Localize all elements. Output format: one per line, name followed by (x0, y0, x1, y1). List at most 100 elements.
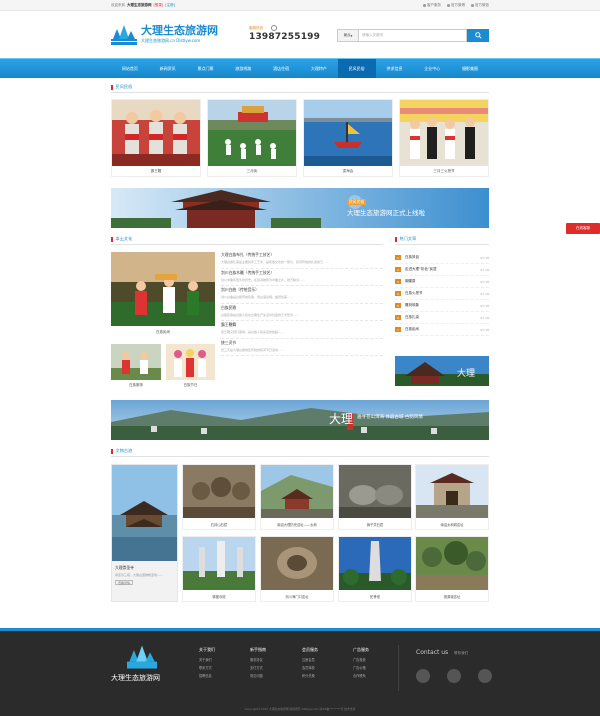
hot-article-item[interactable]: 5 雕刻映象 07-18 (395, 300, 489, 312)
hot-article-item[interactable]: 6 白族扎染 07-18 (395, 312, 489, 324)
relic-photo (183, 537, 255, 590)
footer-link[interactable]: 招聘信息 (199, 673, 243, 678)
hot-article-item[interactable]: 3 蝴蝶泉 07-18 (395, 276, 489, 288)
footer-link[interactable]: 合作联系 (353, 673, 397, 678)
wechat-icon[interactable] (447, 669, 461, 683)
top-link-service[interactable]: 客户服务 (423, 3, 441, 8)
search-category-select[interactable]: 景点 ▾ (337, 29, 359, 42)
folk-photo-lake-boat (304, 100, 392, 166)
folk-card[interactable]: 耍海会 (303, 99, 393, 177)
online-service-tab[interactable]: 在线客服 (566, 223, 600, 234)
footer-col-ads: 广告服务 广告投放 广告价格 合作联系 (353, 647, 397, 681)
nav-enterprise[interactable]: 企业中心 (413, 59, 451, 78)
relic-card[interactable]: 蛇骨塔 (338, 536, 412, 602)
relic-card[interactable]: 佛图寺塔 (182, 536, 256, 602)
footer-link[interactable]: 联系方式 (199, 665, 243, 670)
relic-card[interactable]: 南诏太和城遗址 (415, 464, 489, 530)
footer-col-member: 会员服务 注册会员 会员特权 积分兑换 (302, 647, 346, 681)
folk-caption: 三月街 (246, 169, 258, 173)
dali-banner[interactable]: 大理 遍寻苍山洱海 体验古城 古韵风情 (111, 400, 489, 440)
hot-article-date: 07-18 (480, 303, 489, 308)
culture-main-photo[interactable] (111, 252, 215, 326)
folk-card[interactable]: 霸王鞭 (111, 99, 201, 177)
footer-link[interactable]: 常见问题 (250, 673, 294, 678)
footer-logo[interactable]: 大理生态旅游网 (111, 645, 191, 685)
folk-photo-torch-festival (400, 100, 488, 166)
relic-caption: 佛图寺塔 (212, 595, 226, 599)
top-link-weibo[interactable]: 官方微博 (447, 3, 465, 8)
hot-article-item[interactable]: 4 白族火把节 07-18 (395, 288, 489, 300)
hot-article-date: 07-18 (480, 279, 489, 284)
hot-article-title: 蝴蝶泉 (405, 279, 416, 283)
article-desc: 霸王鞭又称打莲响，是白族人民喜爱的舞蹈…… (221, 330, 285, 334)
hot-article-item[interactable]: 1 白族风俗 07-18 (395, 252, 489, 264)
relic-card[interactable]: 剑川海门口遗址 (260, 536, 334, 602)
folk-card[interactable]: 三月三火把节 (399, 99, 489, 177)
qq-icon[interactable] (416, 669, 430, 683)
culture-photo-festival[interactable] (166, 344, 215, 380)
article-title: 霸王鞭舞 (221, 322, 237, 327)
relic-card[interactable]: 德源城遗址 (415, 536, 489, 602)
rank-badge: 7 (395, 327, 401, 332)
footer-link[interactable]: 服务协议 (250, 657, 294, 662)
footer-link[interactable]: 关于我们 (199, 657, 243, 662)
hot-article-date: 07-18 (480, 291, 489, 296)
site-logo[interactable]: 大理生态旅游网 大理生态旅游网.cn Dlstlyw.com (111, 22, 241, 50)
section-title-culture: 本土文化 (111, 235, 133, 243)
relic-more-button[interactable]: 查看详情 (115, 580, 133, 585)
footer-link[interactable]: 会员特权 (302, 665, 346, 670)
hot-article-title: 走进大理“彩色”民居 (405, 267, 437, 271)
relic-card[interactable]: 石钟山石窟 (182, 464, 256, 530)
weibo-icon[interactable] (478, 669, 492, 683)
nav-folk[interactable]: 民风民俗 (337, 59, 376, 78)
hotline-label: 客服热线 (249, 26, 263, 30)
top-bar: 欢迎来到 大理生态旅游网 [登录] [注册] 客户服务 官方微博 官方微信 (0, 0, 600, 11)
folk-card[interactable]: 三月街 (207, 99, 297, 177)
article-item[interactable]: 霸王鞭舞霸王鞭又称打莲响，是白族人民喜爱的舞蹈…… (221, 322, 383, 339)
svg-text:大理: 大理 (457, 367, 475, 379)
nav-home[interactable]: 网站首页 (111, 59, 149, 78)
top-link-wechat[interactable]: 官方微信 (471, 3, 489, 8)
hot-article-item[interactable]: 2 走进大理“彩色”民居 07-18 (395, 264, 489, 276)
hot-promo-image[interactable]: 大理 (395, 356, 489, 386)
footer-link[interactable]: 积分兑换 (302, 673, 346, 678)
relic-feature-card[interactable]: 大理崇圣寺 崇圣寺三塔，大理古国佛教圣地…… 查看详情 (111, 464, 178, 602)
mountain-logo-icon (127, 645, 157, 669)
nav-tickets[interactable]: 景点门票 (187, 59, 225, 78)
rank-badge: 6 (395, 315, 401, 320)
article-item[interactable]: 大理白族布扎（传统手工技艺） 大理白族扎染是主要的手工艺术，是民族文化的一部分，民… (221, 252, 383, 269)
article-item[interactable]: 剑川白曲（传统音乐） 剑川白曲是白族传统民歌，用白语演唱，曲调优美…… (221, 287, 383, 304)
login-link[interactable]: [登录] (154, 3, 164, 8)
banner-city-text: 遍寻苍山洱海 体验古城 古韵风情 (357, 415, 423, 420)
phone-icon (271, 25, 277, 31)
welcome-site: 大理生态旅游网 (127, 3, 152, 7)
search-button[interactable] (467, 29, 489, 42)
banner-city-image (111, 400, 489, 440)
footer-link[interactable]: 广告价格 (353, 665, 397, 670)
relic-card[interactable]: 南诏大理历史遗址——太和 (260, 464, 334, 530)
nav-photos[interactable]: 摄影美图 (451, 59, 489, 78)
footer-link[interactable]: 广告投放 (353, 657, 397, 662)
promo-banner[interactable]: 民风民俗 大理生态旅游网正式上线啦 (111, 188, 489, 228)
footer-contact: Contact us 联系我们 (416, 649, 468, 656)
nav-specialties[interactable]: 大理特产 (300, 59, 338, 78)
footer-link[interactable]: 支付方式 (250, 665, 294, 670)
nav-hotels[interactable]: 酒店住宿 (262, 59, 300, 78)
relic-caption: 石钟山石窟 (210, 523, 228, 527)
nav-supply[interactable]: 供求信息 (376, 59, 414, 78)
article-item[interactable]: 白族民歌 白族民歌是白族人民在长期生产生活中创造的艺术形式…… (221, 305, 383, 321)
search-input[interactable]: 请输入关键词 (359, 29, 467, 42)
relic-caption: 蛇骨塔 (370, 595, 380, 599)
header: 大理生态旅游网 大理生态旅游网.cn Dlstlyw.com 客服热线 1398… (111, 16, 489, 58)
relic-card[interactable]: 狮子关石窟 (338, 464, 412, 530)
article-item[interactable]: 绕三灵节 绕三灵是大理白族地区传统的民间节日活动…… (221, 340, 383, 356)
nav-routes[interactable]: 旅游线路 (224, 59, 262, 78)
hot-article-item[interactable]: 7 白族民间 07-18 (395, 324, 489, 336)
culture-photo-costume[interactable] (111, 344, 161, 380)
banner-temple-image (111, 188, 489, 228)
nav-news[interactable]: 新闻资讯 (149, 59, 187, 78)
footer-col-guide: 新手指南 服务协议 支付方式 常见问题 (250, 647, 294, 681)
register-link[interactable]: [注册] (165, 3, 175, 8)
footer-link[interactable]: 注册会员 (302, 657, 346, 662)
article-item[interactable]: 剑川白族木雕（传统手工技艺） 剑川木雕有悠久的历史，在民间被称为木雕之乡，技艺精湛… (221, 270, 383, 286)
